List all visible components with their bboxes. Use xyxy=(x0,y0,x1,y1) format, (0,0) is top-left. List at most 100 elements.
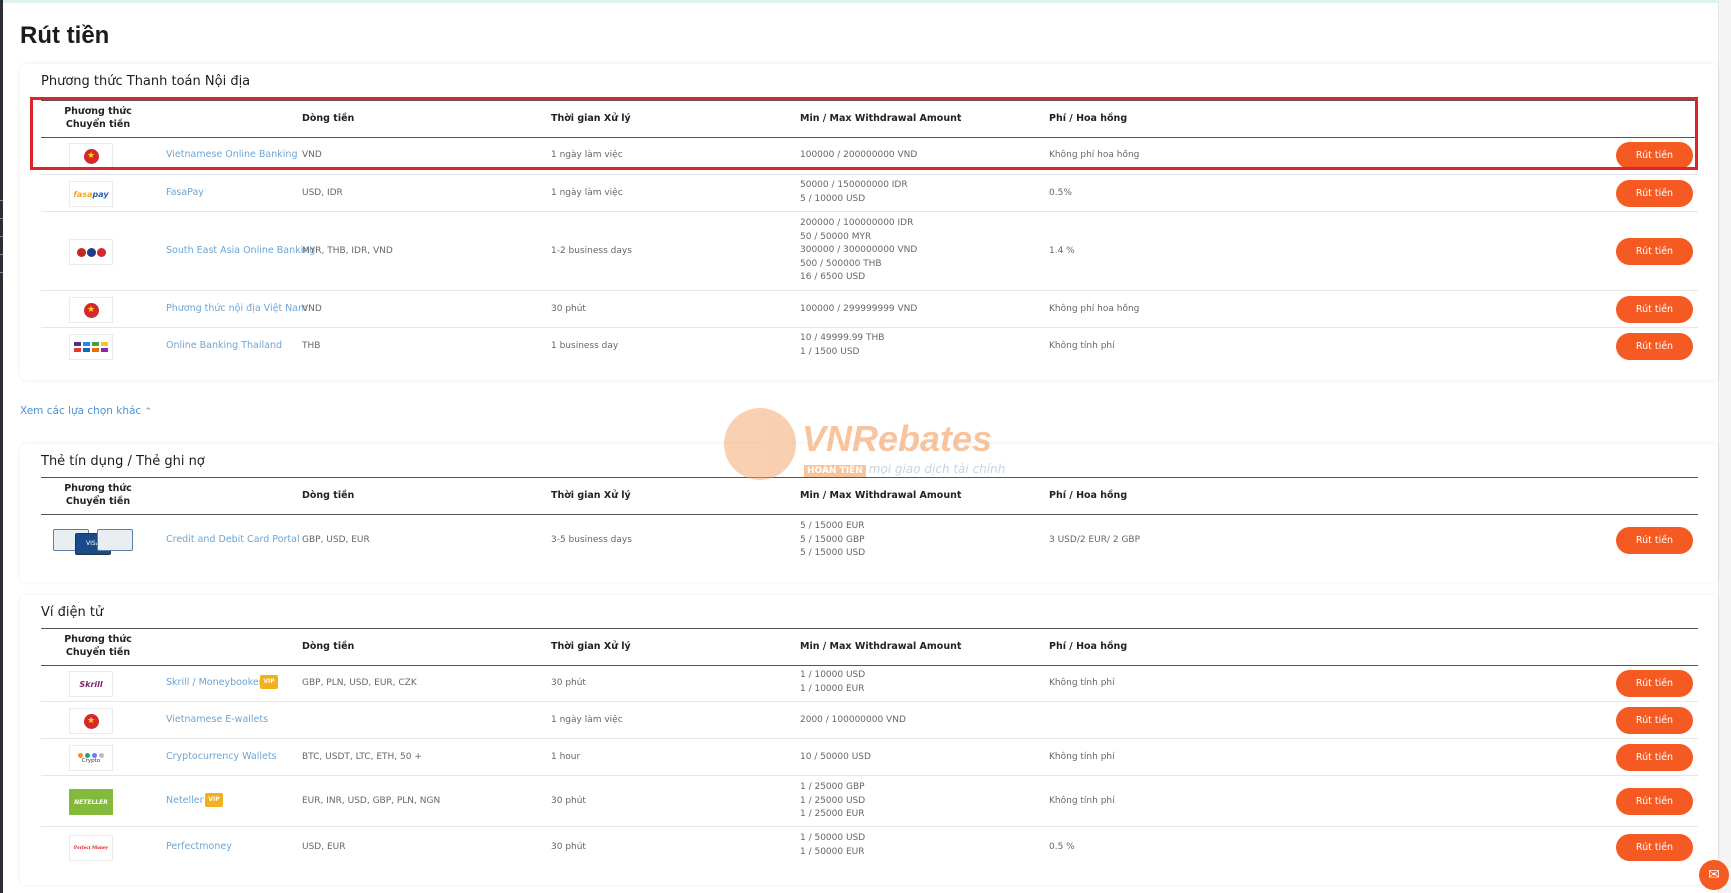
fasapay-icon: fasapay xyxy=(69,181,113,207)
fee-cell: Không tính phí xyxy=(1049,752,1115,762)
withdraw-button[interactable]: Rút tiền xyxy=(1616,180,1693,207)
fee-cell: 3 USD/2 EUR/ 2 GBP xyxy=(1049,535,1141,545)
currency-cell: GBP, PLN, USD, EUR, CZK xyxy=(302,678,417,688)
withdraw-button[interactable]: Rút tiền xyxy=(1616,834,1693,861)
amount-cell: 1 / 10000 USD 1 / 10000 EUR xyxy=(800,669,865,696)
time-cell: 30 phút xyxy=(551,678,586,688)
amount-line: 1 / 25000 GBP xyxy=(800,782,865,792)
table-row: VISA Credit and Debit Card Portal GBP, U… xyxy=(41,514,1698,568)
fee-cell: Không phí hoa hồng xyxy=(1049,304,1140,314)
amount-line: 1 / 50000 USD xyxy=(800,833,866,843)
currency-cell: USD, IDR xyxy=(302,188,343,198)
amount-line: 5 / 15000 GBP xyxy=(800,534,865,545)
header-currency: Dòng tiền xyxy=(302,641,355,652)
vietnam-flag-icon: ★ xyxy=(69,297,113,323)
amount-line: 50000 / 150000000 IDR xyxy=(800,180,908,190)
amount-line: 100000 / 299999999 VND xyxy=(800,304,918,314)
table-row: ★ Phương thức nội địa Việt Nam VND 30 ph… xyxy=(41,291,1698,328)
method-name-link[interactable]: Skrill / Moneybookers xyxy=(166,677,268,688)
amount-line: 5 / 10000 USD xyxy=(800,193,866,204)
table-row: NETELLER Neteller VIP EUR, INR, USD, GBP… xyxy=(41,776,1698,827)
method-name-link[interactable]: Cryptocurrency Wallets xyxy=(166,751,277,762)
currency-cell: BTC, USDT, LTC, ETH, 50 + xyxy=(302,752,422,762)
header-time: Thời gian Xử lý xyxy=(551,490,631,501)
page-scrollbar[interactable] xyxy=(1718,0,1731,893)
amount-line: 2000 / 100000000 VND xyxy=(800,715,906,725)
withdraw-button[interactable]: Rút tiền xyxy=(1616,707,1693,734)
method-name-link[interactable]: Vietnamese E-wallets xyxy=(166,714,268,725)
vietnam-flag-icon: ★ xyxy=(69,708,113,734)
vip-badge: VIP xyxy=(260,675,278,689)
time-cell: 1 ngày làm việc xyxy=(551,188,623,198)
header-method: Phương thức Chuyển tiền xyxy=(64,634,132,658)
method-name-link[interactable]: Perfectmoney xyxy=(166,841,232,852)
amount-line: 200000 / 100000000 IDR xyxy=(800,218,914,228)
withdraw-button[interactable]: Rút tiền xyxy=(1616,333,1693,360)
withdraw-button[interactable]: Rút tiền xyxy=(1616,744,1693,771)
highlight-box xyxy=(30,97,1698,170)
fee-cell: Không tính phí xyxy=(1049,341,1115,351)
amount-line: 50 / 50000 MYR xyxy=(800,231,872,242)
method-name-link[interactable]: Phương thức nội địa Việt Nam xyxy=(166,303,307,314)
fee-cell: 1.4 % xyxy=(1049,246,1075,256)
currency-cell: EUR, INR, USD, GBP, PLN, NGN xyxy=(302,796,441,806)
fee-cell: 0.5% xyxy=(1049,188,1072,198)
section-title: Phương thức Thanh toán Nội địa xyxy=(41,74,251,89)
section-title: Thẻ tín dụng / Thẻ ghi nợ xyxy=(41,454,205,469)
header-currency: Dòng tiền xyxy=(302,490,355,501)
chevron-up-icon: ⌃ xyxy=(144,407,153,417)
skrill-icon: Skrill xyxy=(69,671,113,697)
time-cell: 30 phút xyxy=(551,842,586,852)
chat-bubble-icon[interactable]: ✉ xyxy=(1699,860,1729,890)
table-header: Phương thức Chuyển tiền Dòng tiền Thời g… xyxy=(41,628,1698,666)
amount-cell: 5 / 15000 EUR 5 / 15000 GBP 5 / 15000 US… xyxy=(800,520,865,561)
method-name-link[interactable]: FasaPay xyxy=(166,187,204,198)
amount-cell: 10 / 50000 USD xyxy=(800,751,871,765)
amount-cell: 10 / 49999.99 THB 1 / 1500 USD xyxy=(800,332,884,359)
logo-text: NETELLER xyxy=(74,798,108,806)
method-name-link[interactable]: Neteller xyxy=(166,795,204,806)
credit-debit-card: Thẻ tín dụng / Thẻ ghi nợ Phương thức Ch… xyxy=(20,444,1718,582)
currency-cell: THB xyxy=(302,341,321,351)
time-cell: 1 hour xyxy=(551,752,581,762)
method-name-link[interactable]: Credit and Debit Card Portal xyxy=(166,534,300,545)
amount-cell: 50000 / 150000000 IDR 5 / 10000 USD xyxy=(800,179,908,206)
amount-cell: 1 / 25000 GBP 1 / 25000 USD 1 / 25000 EU… xyxy=(800,781,865,822)
withdraw-button[interactable]: Rút tiền xyxy=(1616,670,1693,697)
method-name-link[interactable]: South East Asia Online Banking xyxy=(166,245,315,256)
left-window-edge xyxy=(0,0,3,893)
withdraw-button[interactable]: Rút tiền xyxy=(1616,788,1693,815)
page-title: Rút tiền xyxy=(20,22,110,49)
time-cell: 1-2 business days xyxy=(551,246,632,256)
see-more-label: Xem các lựa chọn khác xyxy=(20,405,142,417)
table-header: Phương thức Chuyển tiền Dòng tiền Thời g… xyxy=(41,477,1698,515)
table-row: Online Banking Thailand THB 1 business d… xyxy=(41,328,1698,364)
fee-cell: 0.5 % xyxy=(1049,842,1075,852)
header-amount: Min / Max Withdrawal Amount xyxy=(800,490,962,501)
amount-line: 1 / 1500 USD xyxy=(800,346,860,357)
logo-text: Perfect Money xyxy=(73,845,109,851)
amount-line: 1 / 50000 EUR xyxy=(800,846,865,857)
amount-line: 5 / 15000 USD xyxy=(800,548,866,558)
method-name-link[interactable]: Online Banking Thailand xyxy=(166,340,282,351)
currency-cell: USD, EUR xyxy=(302,842,346,852)
see-more-link[interactable]: Xem các lựa chọn khác ⌃ xyxy=(20,405,152,417)
perfectmoney-icon: Perfect Money xyxy=(69,835,113,861)
section-title: Ví điện tử xyxy=(41,605,104,620)
amount-cell: 200000 / 100000000 IDR 50 / 50000 MYR 30… xyxy=(800,217,917,285)
neteller-icon: NETELLER xyxy=(69,789,113,815)
withdraw-button[interactable]: Rút tiền xyxy=(1616,238,1693,265)
amount-line: 16 / 6500 USD xyxy=(800,272,866,282)
header-fee: Phí / Hoa hồng xyxy=(1049,490,1128,501)
currency-cell: GBP, USD, EUR xyxy=(302,535,370,545)
time-cell: 3-5 business days xyxy=(551,535,632,545)
crypto-icon: Crypto xyxy=(69,745,113,771)
withdraw-button[interactable]: Rút tiền xyxy=(1616,296,1693,323)
withdraw-button[interactable]: Rút tiền xyxy=(1616,527,1693,554)
amount-line: 1 / 10000 USD xyxy=(800,670,866,680)
sea-banking-icon xyxy=(69,239,113,265)
table-row: ★ Vietnamese E-wallets 1 ngày làm việc 2… xyxy=(41,702,1698,739)
credit-cards-icon: VISA xyxy=(53,527,133,555)
logo-text: Skrill xyxy=(79,679,103,689)
time-cell: 30 phút xyxy=(551,304,586,314)
